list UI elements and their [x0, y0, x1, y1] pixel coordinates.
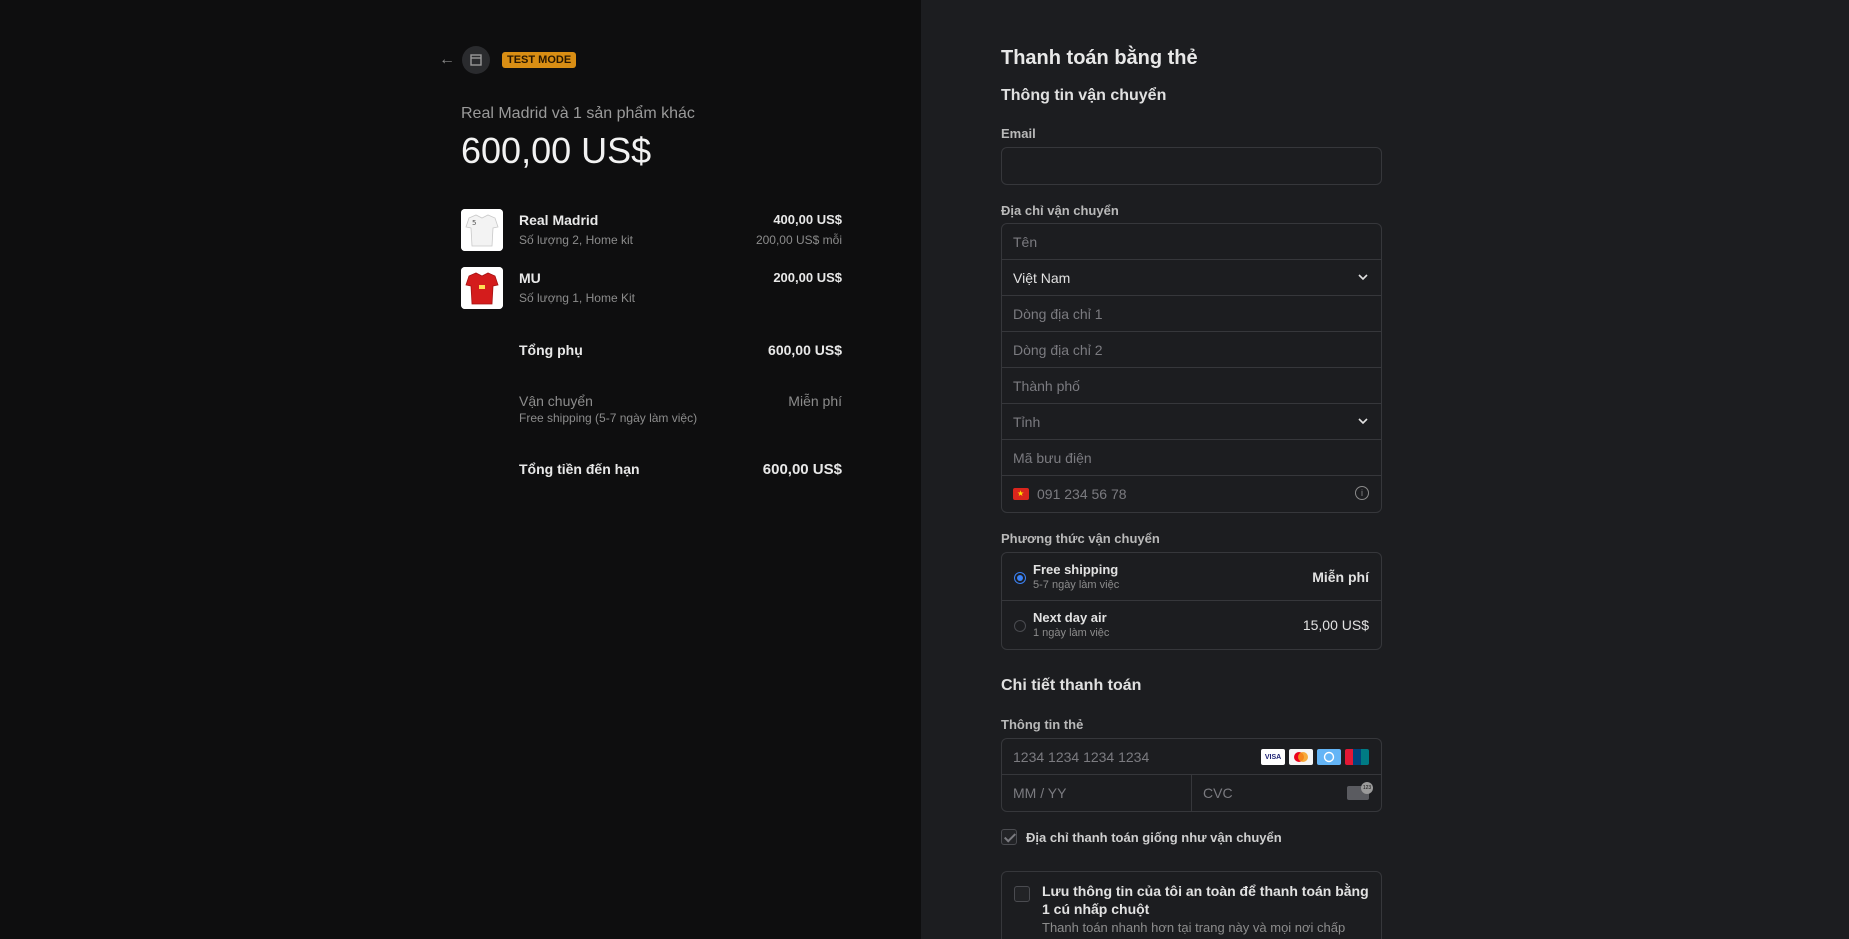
item-price: 400,00 US$: [773, 212, 842, 227]
shipping-sub: Free shipping (5-7 ngày làm việc): [519, 411, 698, 425]
save-info-title: Lưu thông tin của tôi an toàn để thanh t…: [1042, 883, 1369, 917]
postal-code-field[interactable]: Mã bưu điện: [1002, 440, 1381, 476]
item-name: MU: [519, 270, 541, 286]
save-info-checkbox[interactable]: [1014, 886, 1030, 902]
subtotal-value: 600,00 US$: [768, 342, 842, 358]
option-price: Miễn phí: [1312, 569, 1369, 585]
email-label: Email: [1001, 126, 1036, 141]
store-icon[interactable]: [462, 46, 490, 74]
payment-title: Thanh toán bằng thẻ: [1001, 47, 1198, 69]
radio-unselected-icon[interactable]: [1014, 620, 1026, 632]
save-info-box[interactable]: Lưu thông tin của tôi an toàn để thanh t…: [1001, 871, 1382, 939]
total-due-label: Tổng tiền đến hạn: [519, 461, 640, 477]
card-info-box: 1234 1234 1234 1234 VISA MM / YY CVC: [1001, 738, 1382, 812]
mu-jersey-image: [461, 267, 503, 309]
diners-icon: [1317, 749, 1341, 765]
item-unit-price: 200,00 US$ mỗi: [755, 233, 842, 247]
billing-same-label: Địa chỉ thanh toán giống như vận chuyển: [1026, 829, 1282, 845]
option-sub: 1 ngày làm việc: [1033, 627, 1110, 639]
line-item: 5 Real Madrid Số lượng 2, Home kit 400,0…: [461, 209, 842, 253]
item-name: Real Madrid: [519, 212, 599, 228]
option-price: 15,00 US$: [1302, 617, 1369, 633]
province-select[interactable]: Tỉnh: [1002, 404, 1381, 440]
option-name: Next day air: [1033, 610, 1107, 625]
shipping-label: Vận chuyển: [519, 393, 593, 409]
country-select[interactable]: Việt Nam: [1002, 260, 1381, 296]
province-placeholder: Tỉnh: [1013, 413, 1041, 430]
address-line2-field[interactable]: Dòng địa chỉ 2: [1002, 332, 1381, 368]
card-expiry-cvc-row: MM / YY CVC: [1002, 775, 1381, 811]
phone-field[interactable]: 091 234 56 78 i: [1002, 476, 1381, 512]
address-line1-field[interactable]: Dòng địa chỉ 1: [1002, 296, 1381, 332]
shipping-address-label: Địa chỉ vận chuyển: [1001, 203, 1119, 218]
mastercard-icon: [1289, 749, 1313, 765]
cvc-field[interactable]: CVC: [1192, 775, 1381, 811]
order-title: Real Madrid và 1 sản phẩm khác: [461, 105, 695, 122]
expiry-placeholder: MM / YY: [1013, 785, 1067, 801]
shipping-value: Miễn phí: [788, 393, 842, 409]
order-summary-panel: ← TEST MODE Real Madrid và 1 sản phẩm kh…: [0, 0, 921, 939]
svg-text:5: 5: [472, 219, 476, 227]
country-value: Việt Nam: [1013, 269, 1071, 286]
shipping-method-box: Free shipping 5-7 ngày làm việc Miễn phí…: [1001, 552, 1382, 650]
back-arrow-icon[interactable]: ←: [438, 51, 456, 69]
item-desc: Số lượng 2, Home kit: [519, 233, 633, 247]
cvc-card-icon: [1347, 782, 1373, 800]
card-number-placeholder: 1234 1234 1234 1234: [1013, 748, 1150, 765]
item-price: 200,00 US$: [773, 270, 842, 285]
info-icon[interactable]: i: [1355, 486, 1369, 500]
save-info-desc: Thanh toán nhanh hơn tại trang này và mọ…: [1042, 920, 1346, 935]
option-name: Free shipping: [1033, 562, 1119, 577]
order-total: 600,00 US$: [461, 130, 652, 171]
subtotal-label: Tổng phụ: [519, 342, 583, 358]
unionpay-icon: [1345, 749, 1369, 765]
cvc-placeholder: CVC: [1203, 785, 1233, 801]
item-desc: Số lượng 1, Home Kit: [519, 291, 635, 305]
vietnam-flag-icon[interactable]: [1013, 488, 1029, 500]
summary-header: ← TEST MODE: [438, 46, 577, 74]
radio-selected-icon[interactable]: [1014, 572, 1026, 584]
name-field[interactable]: Tên: [1002, 224, 1381, 260]
total-due-value: 600,00 US$: [762, 461, 842, 478]
billing-same-row[interactable]: Địa chỉ thanh toán giống như vận chuyển: [1001, 829, 1282, 845]
shipping-info-title: Thông tin vận chuyển: [1001, 87, 1167, 104]
chevron-down-icon: [1358, 418, 1368, 425]
test-mode-badge: TEST MODE: [502, 52, 577, 68]
shipping-address-box: Tên Việt Nam Dòng địa chỉ 1 Dòng địa chỉ…: [1001, 223, 1382, 513]
expiry-field[interactable]: MM / YY: [1002, 775, 1192, 811]
phone-placeholder: 091 234 56 78: [1037, 486, 1127, 502]
shipping-option-next-day[interactable]: Next day air 1 ngày làm việc 15,00 US$: [1002, 601, 1381, 649]
email-value[interactable]: [1002, 148, 1381, 184]
chevron-down-icon: [1358, 274, 1368, 281]
card-info-label: Thông tin thẻ: [1001, 717, 1084, 732]
real-madrid-jersey-image: 5: [461, 209, 503, 251]
card-brands: VISA: [1261, 749, 1369, 765]
email-field[interactable]: [1001, 147, 1382, 185]
card-number-field[interactable]: 1234 1234 1234 1234 VISA: [1002, 739, 1381, 775]
shipping-option-free[interactable]: Free shipping 5-7 ngày làm việc Miễn phí: [1002, 553, 1381, 601]
billing-same-checkbox[interactable]: [1001, 829, 1017, 845]
payment-details-title: Chi tiết thanh toán: [1001, 677, 1142, 694]
visa-icon: VISA: [1261, 749, 1285, 765]
line-item: MU Số lượng 1, Home Kit 200,00 US$: [461, 267, 842, 311]
option-sub: 5-7 ngày làm việc: [1033, 579, 1120, 591]
city-field[interactable]: Thành phố: [1002, 368, 1381, 404]
shipping-method-label: Phương thức vận chuyển: [1001, 531, 1160, 546]
